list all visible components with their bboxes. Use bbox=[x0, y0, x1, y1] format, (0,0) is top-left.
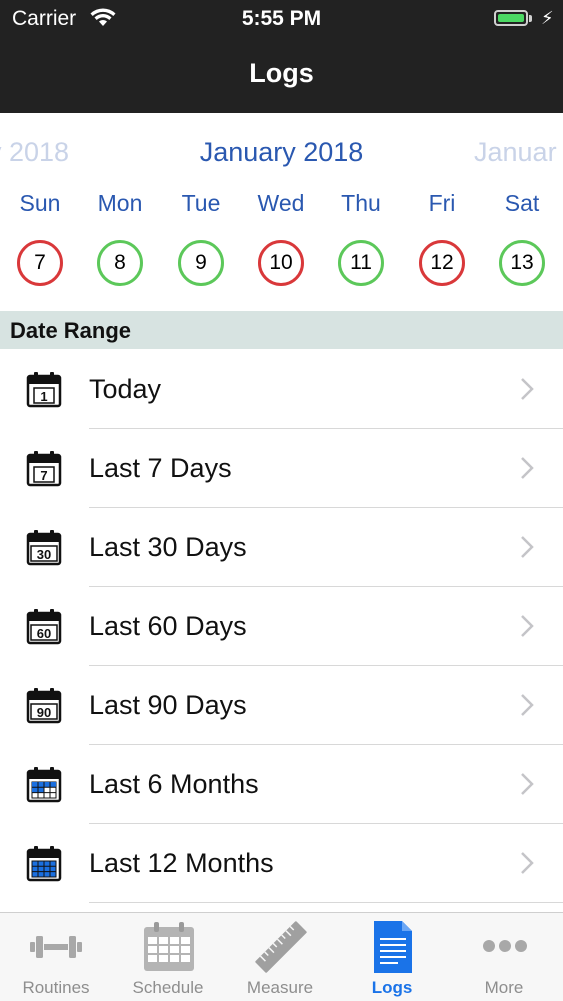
day-circle[interactable]: 11 bbox=[338, 240, 384, 286]
calendar-icon bbox=[144, 922, 194, 971]
chevron-right-icon bbox=[521, 615, 534, 637]
date-range-label: Last 60 Days bbox=[89, 611, 247, 641]
top-bar: Carrier 5:55 PM ⚡ Logs bbox=[0, 0, 563, 113]
day-circle[interactable]: 7 bbox=[17, 240, 63, 286]
day-circle[interactable]: 8 bbox=[97, 240, 143, 286]
weekday-row: Sun Mon Tue Wed Thu Fri Sat bbox=[0, 190, 563, 224]
date-range-last-7-days[interactable]: 7 Last 7 Days bbox=[0, 429, 563, 508]
svg-text:60: 60 bbox=[37, 626, 51, 641]
tab-label: Measure bbox=[246, 978, 314, 997]
status-time: 5:55 PM bbox=[241, 7, 322, 30]
svg-text:90: 90 bbox=[37, 705, 51, 720]
chevron-right-icon bbox=[521, 536, 534, 558]
weekday-sun: Sun bbox=[19, 190, 61, 216]
month-scroller[interactable]: y 2018 January 2018 Januar bbox=[0, 113, 563, 193]
day-circle[interactable]: 12 bbox=[419, 240, 465, 286]
date-range-last-60-days[interactable]: 60 Last 60 Days bbox=[0, 587, 563, 666]
ruler-icon bbox=[255, 921, 307, 973]
calendar-1-icon: 1 bbox=[26, 372, 62, 408]
calendar-7-icon: 7 bbox=[26, 451, 62, 487]
tab-schedule[interactable]: Schedule bbox=[112, 913, 224, 1001]
chevron-right-icon bbox=[521, 852, 534, 874]
calendar-grid-icon bbox=[26, 767, 62, 803]
battery-level bbox=[498, 14, 524, 22]
chevron-right-icon bbox=[521, 773, 534, 795]
ellipsis-icon bbox=[483, 940, 527, 952]
weekday-wed: Wed bbox=[257, 190, 305, 216]
section-title: Date Range bbox=[10, 318, 132, 343]
date-range-last-6-months[interactable]: Last 6 Months bbox=[0, 745, 563, 824]
date-range-label: Last 12 Months bbox=[89, 848, 274, 878]
weekday-tue: Tue bbox=[181, 190, 221, 216]
tab-label: Schedule bbox=[132, 978, 204, 997]
calendar-60-icon: 60 bbox=[26, 609, 62, 645]
tab-more[interactable]: More bbox=[448, 913, 560, 1001]
chevron-right-icon bbox=[521, 378, 534, 400]
battery-icon bbox=[494, 10, 528, 26]
date-range-last-30-days[interactable]: 30 Last 30 Days bbox=[0, 508, 563, 587]
tab-measure[interactable]: Measure bbox=[224, 913, 336, 1001]
dumbbell-icon bbox=[30, 936, 82, 958]
date-range-label: Last 90 Days bbox=[89, 690, 247, 720]
battery-nub bbox=[529, 15, 532, 22]
tab-label: Logs bbox=[371, 978, 413, 997]
svg-text:1: 1 bbox=[40, 389, 47, 404]
date-range-label: Last 6 Months bbox=[89, 769, 259, 799]
weekday-fri: Fri bbox=[428, 190, 456, 216]
tab-bar: Routines Schedule Measure Logs More bbox=[0, 912, 563, 1001]
tab-label: More bbox=[484, 978, 524, 997]
date-range-today[interactable]: 1 Today bbox=[0, 350, 563, 429]
next-month-label[interactable]: Januar bbox=[474, 137, 557, 168]
tab-logs[interactable]: Logs bbox=[336, 913, 448, 1001]
day-row: 7 8 9 10 11 12 13 bbox=[0, 240, 563, 290]
date-range-label: Last 30 Days bbox=[89, 532, 247, 562]
tab-routines[interactable]: Routines bbox=[0, 913, 112, 1001]
date-range-last-90-days[interactable]: 90 Last 90 Days bbox=[0, 666, 563, 745]
section-header: Date Range bbox=[0, 311, 563, 349]
date-range-label: Last 7 Days bbox=[89, 453, 232, 483]
svg-text:30: 30 bbox=[37, 547, 51, 562]
weekday-mon: Mon bbox=[97, 190, 143, 216]
svg-text:7: 7 bbox=[40, 468, 47, 483]
page-title: Logs bbox=[249, 58, 314, 88]
status-bar: Carrier 5:55 PM ⚡ bbox=[0, 0, 563, 40]
row-separator bbox=[89, 902, 563, 903]
date-range-last-12-months[interactable]: Last 12 Months bbox=[0, 824, 563, 903]
day-circle[interactable]: 9 bbox=[178, 240, 224, 286]
day-circle[interactable]: 10 bbox=[258, 240, 304, 286]
calendar-grid-full-icon bbox=[26, 846, 62, 882]
calendar-90-icon: 90 bbox=[26, 688, 62, 724]
date-range-label: Today bbox=[89, 374, 162, 404]
day-circle[interactable]: 13 bbox=[499, 240, 545, 286]
weekday-thu: Thu bbox=[341, 190, 381, 216]
calendar-30-icon: 30 bbox=[26, 530, 62, 566]
chevron-right-icon bbox=[521, 694, 534, 716]
weekday-sat: Sat bbox=[504, 190, 540, 216]
charging-bolt-icon: ⚡ bbox=[541, 8, 554, 28]
tab-label: Routines bbox=[22, 978, 90, 997]
chevron-right-icon bbox=[521, 457, 534, 479]
document-icon bbox=[374, 921, 412, 973]
